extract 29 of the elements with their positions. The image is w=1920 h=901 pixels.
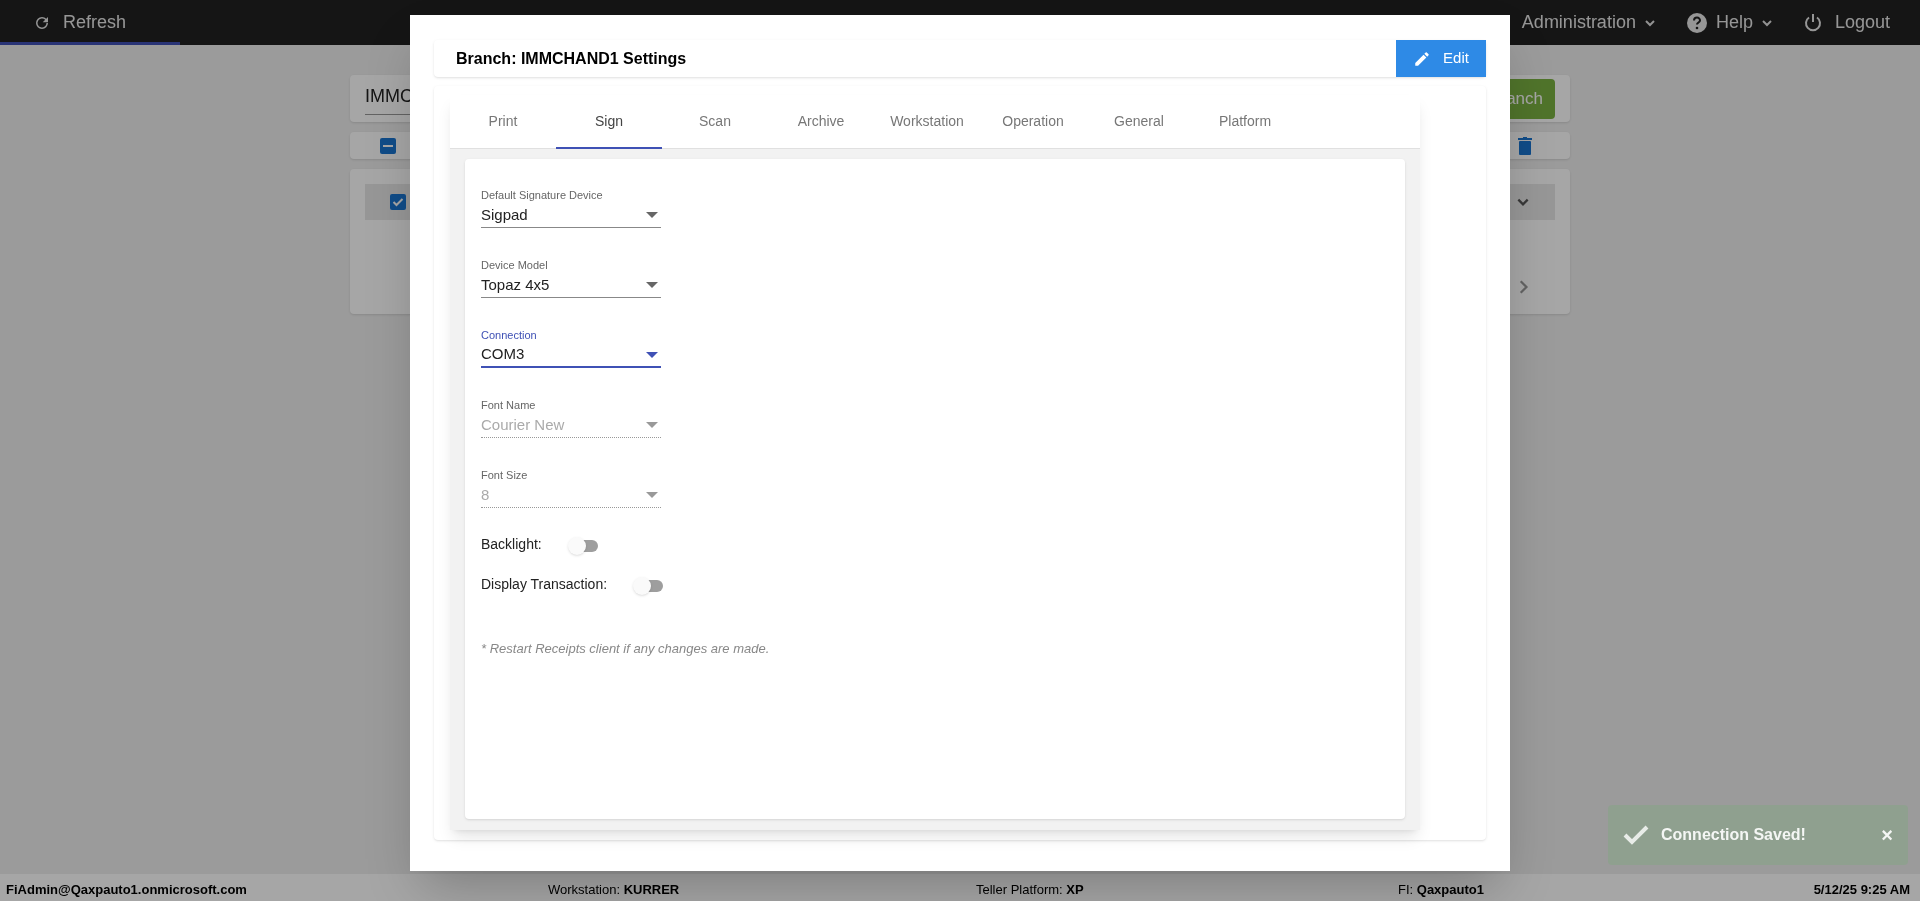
logout-button[interactable]: Logout: [1802, 9, 1890, 36]
toggle-label: Backlight:: [481, 534, 542, 554]
tab[interactable]: Archive: [768, 95, 874, 149]
tab[interactable]: General: [1086, 95, 1192, 149]
toggle-label: Display Transaction:: [481, 574, 608, 594]
select-field: Font Name Courier New: [481, 397, 661, 467]
tab[interactable]: Sign: [556, 95, 662, 149]
toast-message: Connection Saved!: [1661, 825, 1806, 845]
date-time: 5/12/25 9:25 AM: [1813, 880, 1910, 899]
tab[interactable]: Platform: [1192, 95, 1298, 149]
edit-button[interactable]: Edit: [1396, 40, 1486, 77]
status-item: Teller Platform: XP: [976, 880, 1085, 899]
status-item: Workstation: KURRER: [548, 880, 681, 899]
user-email: FiAdmin@Qaxpauto1.onmicrosoft.com: [6, 880, 248, 899]
restart-note: * Restart Receipts client if any changes are made.: [481, 640, 771, 658]
tab[interactable]: Workstation: [874, 95, 980, 149]
select-field: Font Size 8: [481, 467, 661, 537]
menu-button[interactable]: Help: [1685, 9, 1773, 36]
refresh-button[interactable]: Refresh: [33, 9, 127, 36]
select-field[interactable]: Connection COM3: [481, 327, 661, 397]
select-field[interactable]: Default Signature Device Sigpad: [481, 187, 661, 257]
tab[interactable]: Print: [450, 95, 556, 149]
close-button[interactable]: ×: [1881, 820, 1893, 850]
tab[interactable]: Operation: [980, 95, 1086, 149]
tab[interactable]: Scan: [662, 95, 768, 149]
dialog-title: Branch: IMMCHAND1 Settings: [456, 48, 687, 69]
select-field[interactable]: Device Model Topaz 4x5: [481, 257, 661, 327]
status-item: FI: Qaxpauto1: [1398, 880, 1485, 899]
menu-button[interactable]: Administration: [1521, 9, 1656, 36]
